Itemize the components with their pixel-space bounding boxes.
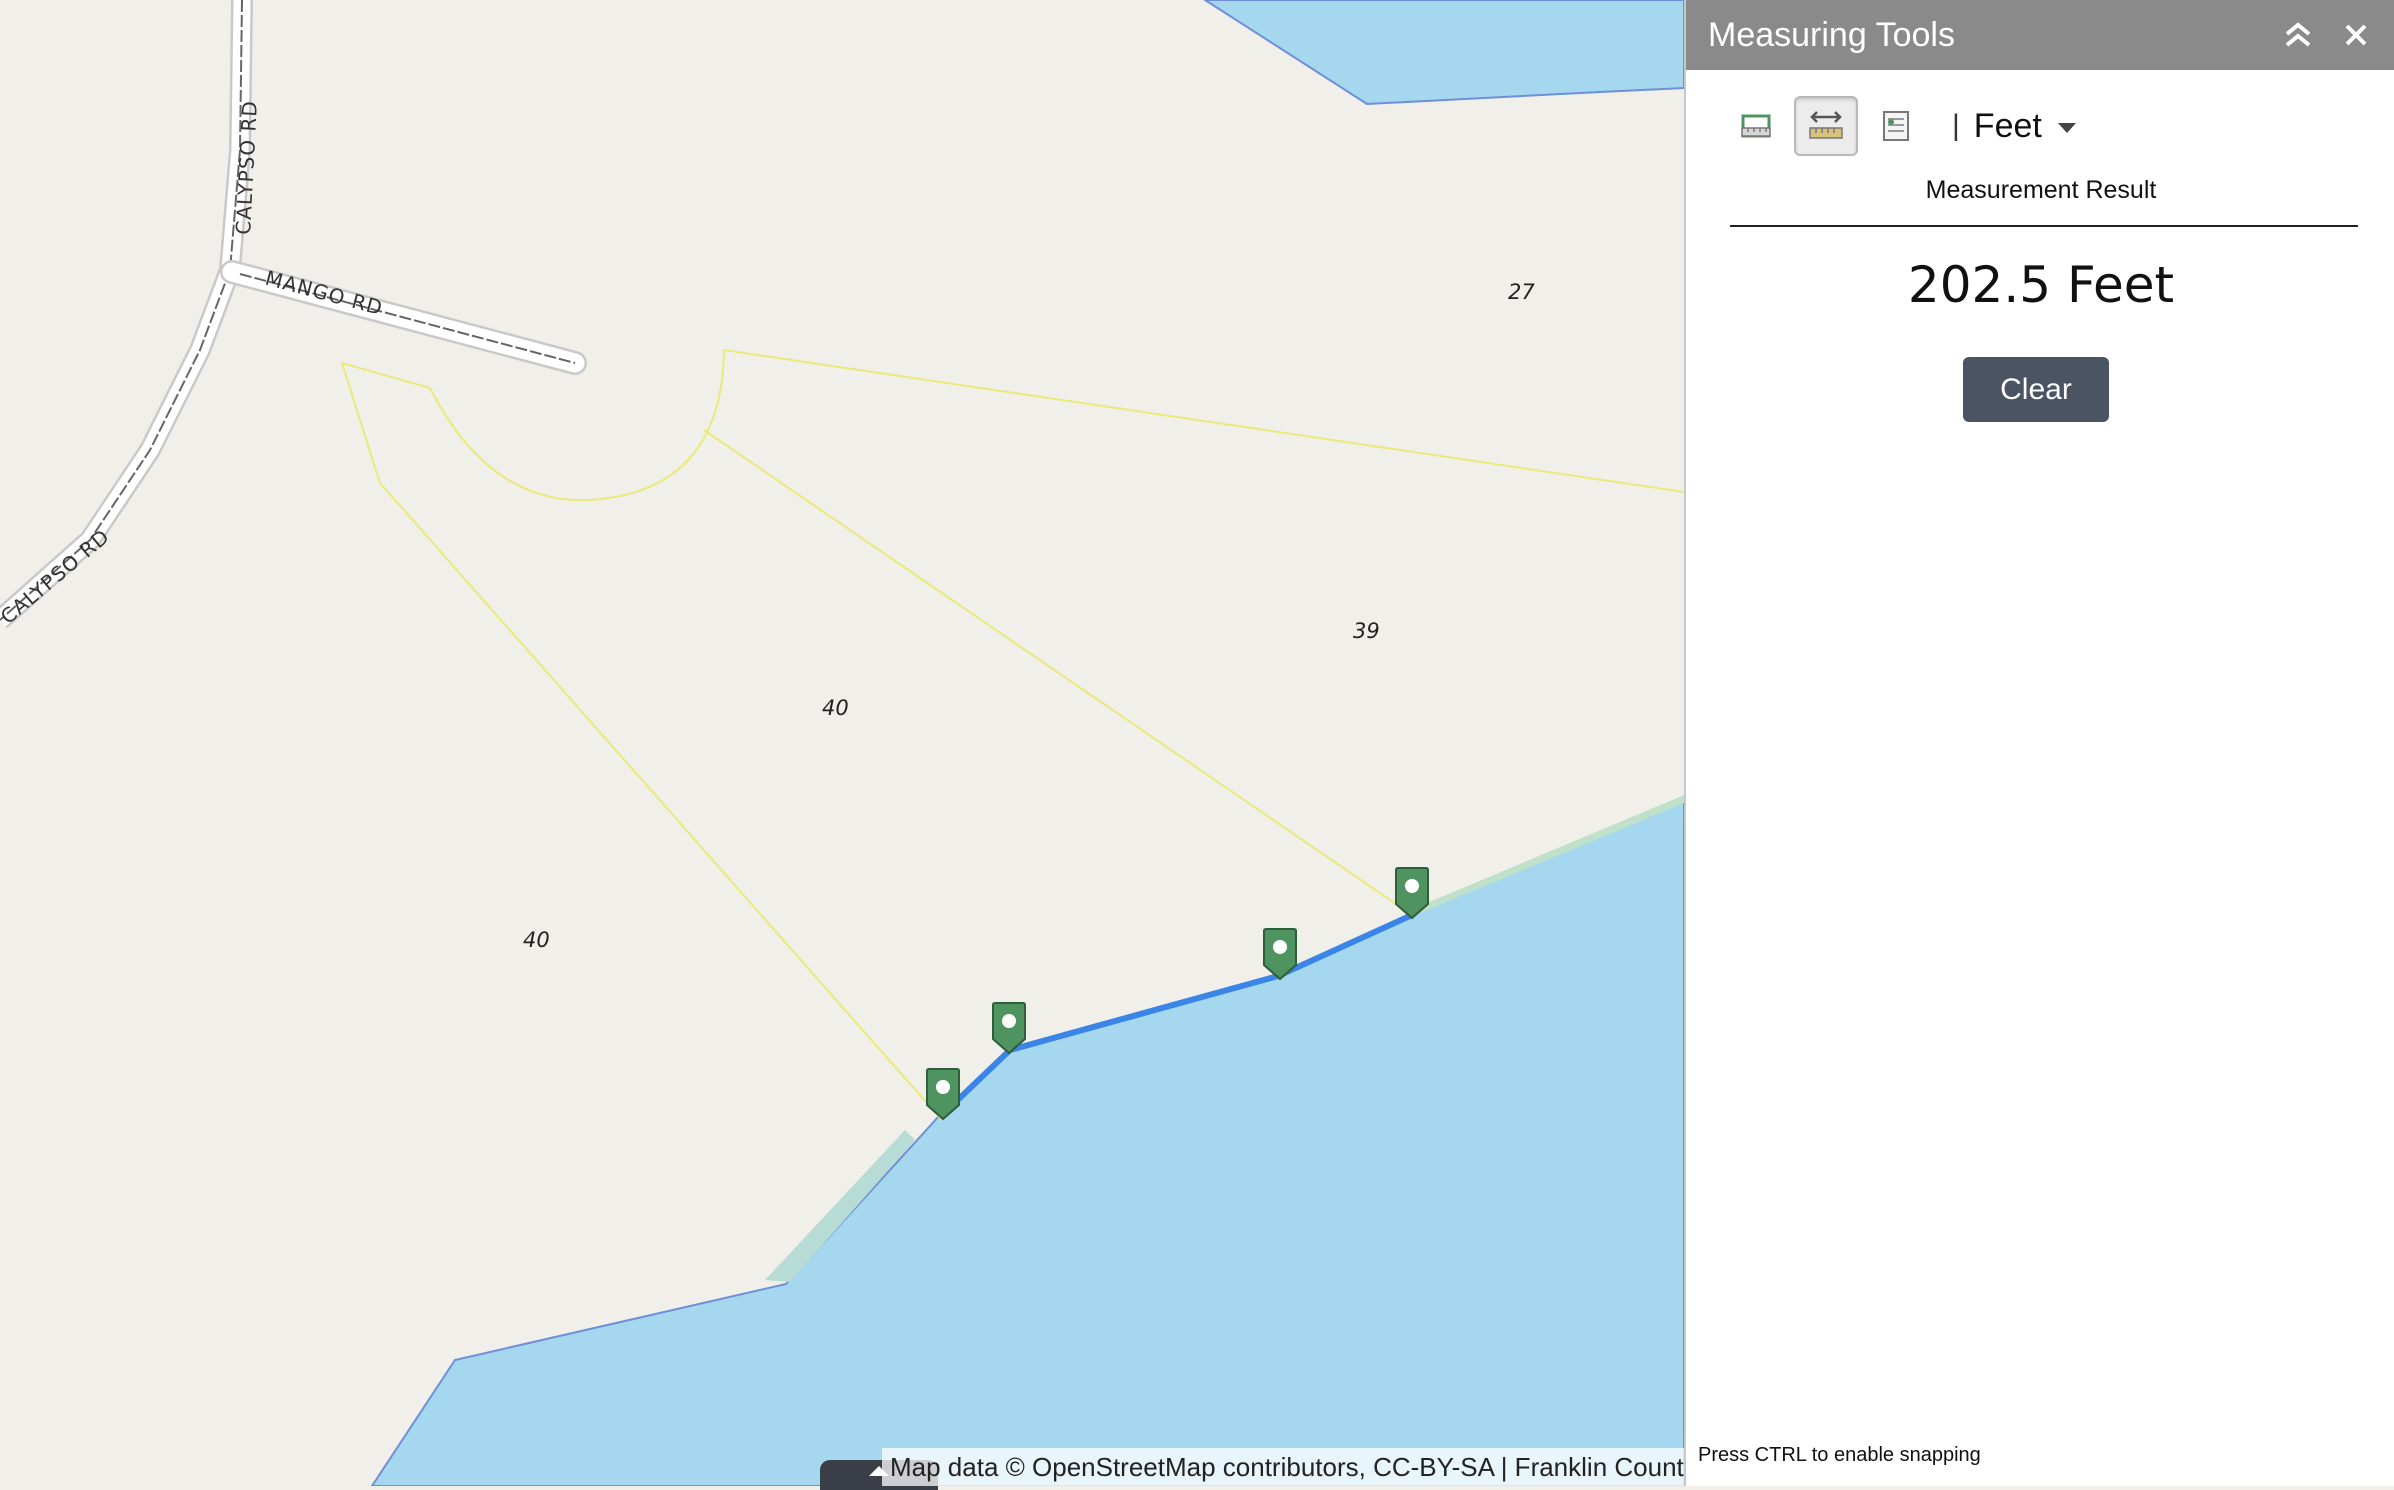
close-icon [2345,24,2367,46]
measurement-result-value: 202.5 Feet [1907,256,2175,314]
unit-dropdown-value: Feet [1973,106,2042,145]
lot-label-40-center: 40 [822,696,849,720]
caret-down-icon [2057,123,2076,133]
panel-title: Measuring Tools [1708,15,1955,54]
measure-toolbar: | Feet [1724,96,2076,156]
clear-button[interactable]: Clear [1963,357,2109,422]
measuring-tools-panel: Measuring Tools | Feet Measurement Resul… [1684,0,2394,1486]
snapping-hint: Press CTRL to enable snapping [1698,1444,1981,1466]
double-chevron-up-icon [2285,22,2311,47]
area-tool-button[interactable] [1724,96,1788,156]
close-button[interactable] [2336,15,2376,55]
distance-tool-button[interactable] [1794,96,1858,156]
lot-label-40-west: 40 [523,928,550,952]
result-divider [1730,225,2358,227]
location-tool-icon [1883,111,1909,141]
collapse-button[interactable] [2278,15,2318,55]
map-attribution: Map data © OpenStreetMap contributors, C… [882,1448,1684,1486]
unit-dropdown[interactable]: Feet [1974,107,2076,146]
lot-label-27: 27 [1508,280,1535,304]
lot-label-39: 39 [1353,619,1380,643]
location-tool-button[interactable] [1864,96,1928,156]
distance-tool-icon [1809,111,1843,139]
area-tool-icon [1741,114,1771,138]
panel-header: Measuring Tools [1686,0,2394,70]
measurement-result-label: Measurement Result [1925,176,2157,204]
toolbar-separator: | [1952,109,1960,142]
